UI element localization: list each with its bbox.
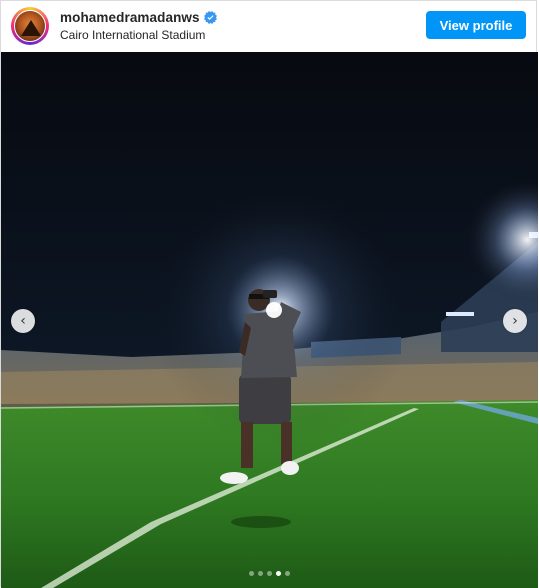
avatar-image — [14, 10, 46, 42]
instagram-post-card: mohamedramadanws Cairo International Sta… — [0, 0, 538, 588]
avatar[interactable] — [11, 7, 49, 45]
post-header: mohamedramadanws Cairo International Sta… — [1, 1, 536, 51]
post-photo: ‹ › — [1, 52, 538, 588]
carousel-dot — [267, 571, 272, 576]
username-link[interactable]: mohamedramadanws — [60, 10, 200, 25]
carousel-dot-active — [276, 571, 281, 576]
username-row: mohamedramadanws — [60, 10, 217, 25]
next-slide-button[interactable]: › — [503, 309, 527, 333]
pyramid-image — [21, 20, 41, 36]
carousel-dot — [249, 571, 254, 576]
user-info: mohamedramadanws Cairo International Sta… — [60, 10, 217, 42]
verified-badge-icon — [203, 11, 217, 24]
carousel-indicator — [1, 571, 538, 576]
carousel-dot — [285, 571, 290, 576]
chevron-left-icon: ‹ — [20, 313, 26, 329]
location-link[interactable]: Cairo International Stadium — [60, 28, 217, 42]
chevron-right-icon: › — [512, 313, 518, 329]
carousel-dot — [258, 571, 263, 576]
stadium-photo — [1, 52, 538, 588]
previous-slide-button[interactable]: ‹ — [11, 309, 35, 333]
view-profile-button[interactable]: View profile — [426, 11, 526, 39]
